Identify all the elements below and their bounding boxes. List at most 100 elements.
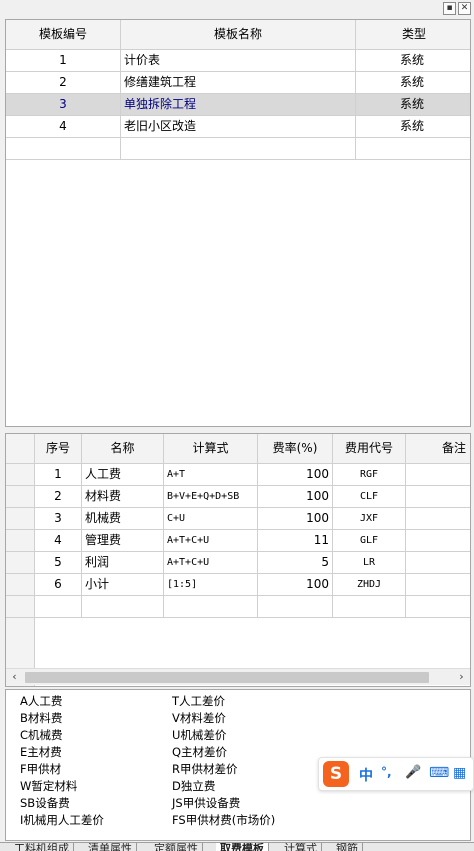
close-icon[interactable]: ✕ (458, 2, 471, 15)
table-row-id[interactable]: 4 (6, 116, 121, 138)
table-row-name[interactable]: 管理费 (82, 530, 164, 552)
row-header[interactable] (6, 574, 35, 596)
scroll-left-icon[interactable]: ‹ (6, 669, 23, 686)
col-header-no[interactable]: 序号 (35, 434, 82, 464)
tab-formula[interactable]: 计算式 (280, 843, 322, 851)
table-row-rate[interactable]: 100 (258, 486, 333, 508)
table-row-name[interactable]: 老旧小区改造 (121, 116, 356, 138)
microphone-icon[interactable]: 🎤 (405, 765, 421, 780)
table-row-rate[interactable]: 100 (258, 508, 333, 530)
sogou-logo-icon[interactable]: S (323, 761, 349, 787)
table-row-formula[interactable]: [1:5] (164, 574, 258, 596)
table-row-empty[interactable] (258, 596, 333, 618)
col-header-template-id[interactable]: 模板编号 (6, 20, 121, 50)
table-row-empty[interactable] (6, 138, 121, 160)
tab-bill-attributes[interactable]: 清单属性 (84, 843, 137, 851)
scrollbar-thumb[interactable] (25, 672, 429, 683)
table-row-remark[interactable] (406, 486, 470, 508)
table-row-remark[interactable] (406, 530, 470, 552)
legend-item: SB设备费 (20, 796, 70, 810)
pin-icon[interactable]: ▪ (443, 2, 456, 15)
tab-fee-template[interactable]: 取费模板 (216, 843, 269, 851)
table-row-remark[interactable] (406, 508, 470, 530)
horizontal-scrollbar[interactable]: ‹ › (6, 668, 470, 685)
table-row-empty[interactable] (121, 138, 356, 160)
row-header[interactable] (6, 552, 35, 574)
table-row-no[interactable]: 2 (35, 486, 82, 508)
tab-quota-attributes[interactable]: 定额属性 (150, 843, 203, 851)
table-row-name[interactable]: 小计 (82, 574, 164, 596)
table-row-type[interactable]: 系统 (356, 50, 470, 72)
table-row-type[interactable]: 系统 (356, 72, 470, 94)
table-row-remark[interactable] (406, 552, 470, 574)
legend-item: D独立费 (172, 779, 216, 793)
table-row-no[interactable]: 1 (35, 464, 82, 486)
row-header[interactable] (6, 464, 35, 486)
col-header-rate[interactable]: 费率(%) (258, 434, 333, 464)
panel-titlebar: ▪ ✕ (0, 0, 474, 18)
legend-item: JS甲供设备费 (172, 796, 241, 810)
table-row-empty[interactable] (406, 596, 470, 618)
table-row-code[interactable]: RGF (333, 464, 406, 486)
table-row-formula[interactable]: C+U (164, 508, 258, 530)
table-row-code[interactable]: GLF (333, 530, 406, 552)
table-row-name[interactable]: 单独拆除工程 (121, 94, 356, 116)
table-row-name[interactable]: 计价表 (121, 50, 356, 72)
table-row-remark[interactable] (406, 464, 470, 486)
table-row-remark[interactable] (406, 574, 470, 596)
legend-item: C机械费 (20, 728, 63, 742)
table-row-empty[interactable] (356, 138, 470, 160)
ime-language-toggle[interactable]: 中 (359, 765, 373, 785)
table-row-id[interactable]: 3 (6, 94, 121, 116)
table-row-name[interactable]: 利润 (82, 552, 164, 574)
table-row-code[interactable]: ZHDJ (333, 574, 406, 596)
table-row-id[interactable]: 1 (6, 50, 121, 72)
col-header-code[interactable]: 费用代号 (333, 434, 406, 464)
table-row-empty[interactable] (35, 596, 82, 618)
col-header-type[interactable]: 类型 (356, 20, 470, 50)
col-header-remark[interactable]: 备注 (406, 434, 470, 464)
row-header[interactable] (6, 508, 35, 530)
col-header-name[interactable]: 名称 (82, 434, 164, 464)
keyboard-icon[interactable]: ⌨ (429, 765, 449, 781)
table-row-empty[interactable] (333, 596, 406, 618)
table-row-no[interactable]: 6 (35, 574, 82, 596)
ime-toolbar[interactable]: S 中 °, 🎤 ⌨ ▦ (318, 757, 474, 791)
scroll-right-icon[interactable]: › (453, 669, 470, 686)
legend-item: E主材费 (20, 745, 62, 759)
table-row-empty[interactable] (164, 596, 258, 618)
col-header-template-name[interactable]: 模板名称 (121, 20, 356, 50)
table-row-name[interactable]: 修缮建筑工程 (121, 72, 356, 94)
table-row-type[interactable]: 系统 (356, 94, 470, 116)
col-header-formula[interactable]: 计算式 (164, 434, 258, 464)
table-row-name[interactable]: 材料费 (82, 486, 164, 508)
row-header[interactable] (6, 530, 35, 552)
table-row-name[interactable]: 机械费 (82, 508, 164, 530)
table-row-rate[interactable]: 11 (258, 530, 333, 552)
table-row-empty[interactable] (82, 596, 164, 618)
legend-item: B材料费 (20, 711, 63, 725)
table-row-formula[interactable]: A+T+C+U (164, 552, 258, 574)
table-row-rate[interactable]: 100 (258, 464, 333, 486)
legend-item: V材料差价 (172, 711, 226, 725)
tab-material-machine[interactable]: 工料机组成 (10, 843, 74, 851)
apps-grid-icon[interactable]: ▦ (453, 765, 466, 781)
table-row-rate[interactable]: 5 (258, 552, 333, 574)
table-row-type[interactable]: 系统 (356, 116, 470, 138)
table-row-code[interactable]: LR (333, 552, 406, 574)
table-row-formula[interactable]: A+T+C+U (164, 530, 258, 552)
table-row-no[interactable]: 4 (35, 530, 82, 552)
tab-rebar[interactable]: 钢筋 (332, 843, 363, 851)
table-row-code[interactable]: CLF (333, 486, 406, 508)
table-row-no[interactable]: 3 (35, 508, 82, 530)
table-row-no[interactable]: 5 (35, 552, 82, 574)
punctuation-icon[interactable]: °, (381, 765, 392, 779)
table-row-formula[interactable]: B+V+E+Q+D+SB (164, 486, 258, 508)
table-row-id[interactable]: 2 (6, 72, 121, 94)
table-row-name[interactable]: 人工费 (82, 464, 164, 486)
table-row-rate[interactable]: 100 (258, 574, 333, 596)
table-row-code[interactable]: JXF (333, 508, 406, 530)
row-header[interactable] (6, 596, 35, 618)
row-header[interactable] (6, 486, 35, 508)
table-row-formula[interactable]: A+T (164, 464, 258, 486)
